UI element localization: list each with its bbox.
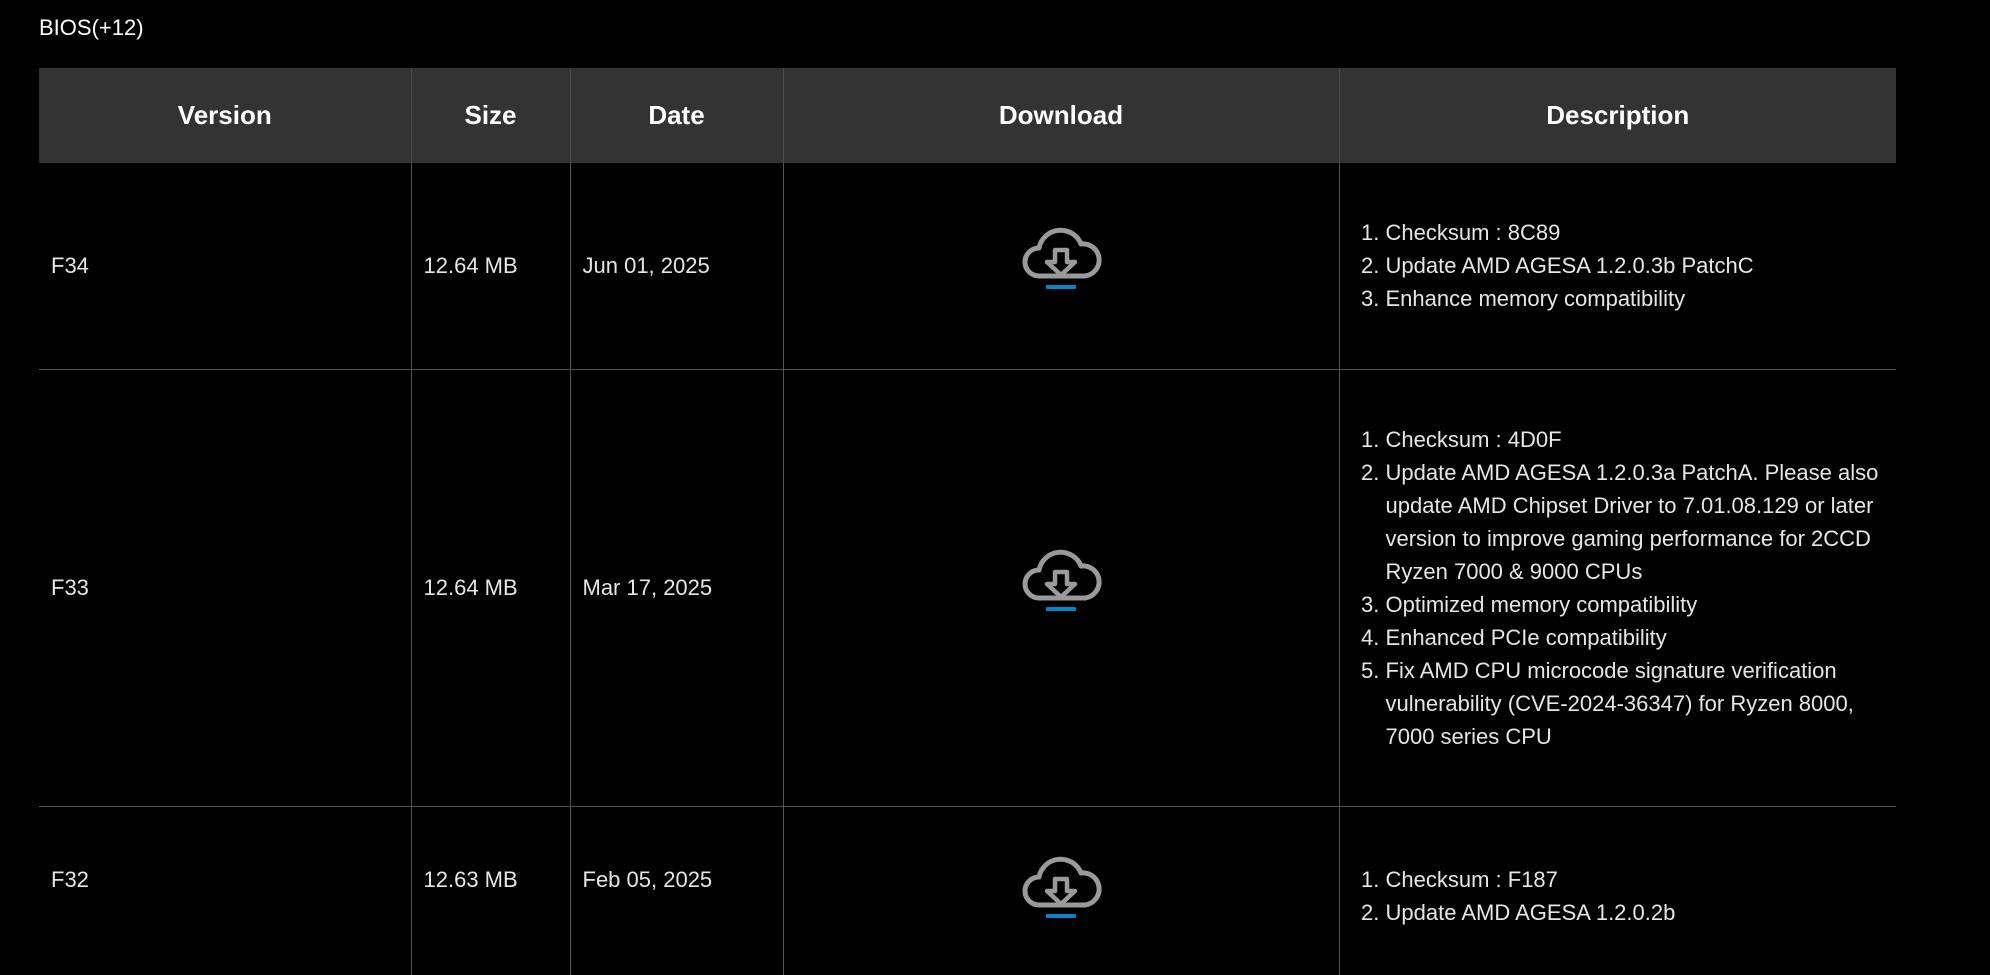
description-item: Checksum : F187	[1386, 863, 1885, 896]
size-cell: 12.63 MB	[410, 806, 570, 975]
description-item: Optimized memory compatibility	[1386, 588, 1885, 621]
description-cell: Checksum : F187 Update AMD AGESA 1.2.0.2…	[1338, 806, 1896, 975]
header-description: Description	[1338, 68, 1896, 163]
header-download: Download	[782, 68, 1339, 163]
description-item: Checksum : 4D0F	[1386, 423, 1885, 456]
description-item: Update AMD AGESA 1.2.0.3b PatchC	[1386, 249, 1885, 282]
size-cell: 12.64 MB	[410, 163, 570, 370]
date-cell: Mar 17, 2025	[569, 369, 783, 807]
table-row: F33 12.64 MB Mar 17, 2025 Checksum : 4D0…	[39, 369, 1896, 807]
download-cell	[782, 806, 1339, 975]
download-cell	[782, 369, 1339, 807]
header-date: Date	[569, 68, 783, 163]
description-item: Enhance memory compatibility	[1386, 282, 1885, 315]
table-row: F34 12.64 MB Jun 01, 2025 Checksum : 8C8…	[39, 163, 1896, 370]
table-header-row: Version Size Date Download Description	[39, 68, 1896, 163]
table-row: F32 12.63 MB Feb 05, 2025 Checksum : F18…	[39, 806, 1896, 975]
description-list: Checksum : 4D0F Update AMD AGESA 1.2.0.3…	[1352, 423, 1885, 753]
description-item: Fix AMD CPU microcode signature verifica…	[1386, 654, 1885, 753]
description-item: Update AMD AGESA 1.2.0.3a PatchA. Please…	[1386, 456, 1885, 588]
description-item: Checksum : 8C89	[1386, 216, 1885, 249]
description-list: Checksum : 8C89 Update AMD AGESA 1.2.0.3…	[1352, 216, 1885, 315]
description-item: Update AMD AGESA 1.2.0.2b	[1386, 896, 1885, 929]
version-cell: F34	[39, 163, 411, 370]
header-size: Size	[410, 68, 570, 163]
cloud-download-icon[interactable]	[1019, 855, 1103, 925]
date-cell: Jun 01, 2025	[569, 163, 783, 370]
date-cell: Feb 05, 2025	[569, 806, 783, 975]
version-cell: F33	[39, 369, 411, 807]
description-cell: Checksum : 4D0F Update AMD AGESA 1.2.0.3…	[1338, 369, 1896, 807]
size-cell: 12.64 MB	[410, 369, 570, 807]
description-cell: Checksum : 8C89 Update AMD AGESA 1.2.0.3…	[1338, 163, 1896, 370]
cloud-download-icon[interactable]	[1019, 226, 1103, 296]
download-cell	[782, 163, 1339, 370]
description-list: Checksum : F187 Update AMD AGESA 1.2.0.2…	[1352, 863, 1885, 929]
bios-table: Version Size Date Download Description F…	[39, 68, 1896, 975]
header-version: Version	[39, 68, 411, 163]
section-title: BIOS(+12)	[39, 15, 144, 40]
version-cell: F32	[51, 866, 89, 892]
cloud-download-icon[interactable]	[1019, 548, 1103, 618]
description-item: Enhanced PCIe compatibility	[1386, 621, 1885, 654]
